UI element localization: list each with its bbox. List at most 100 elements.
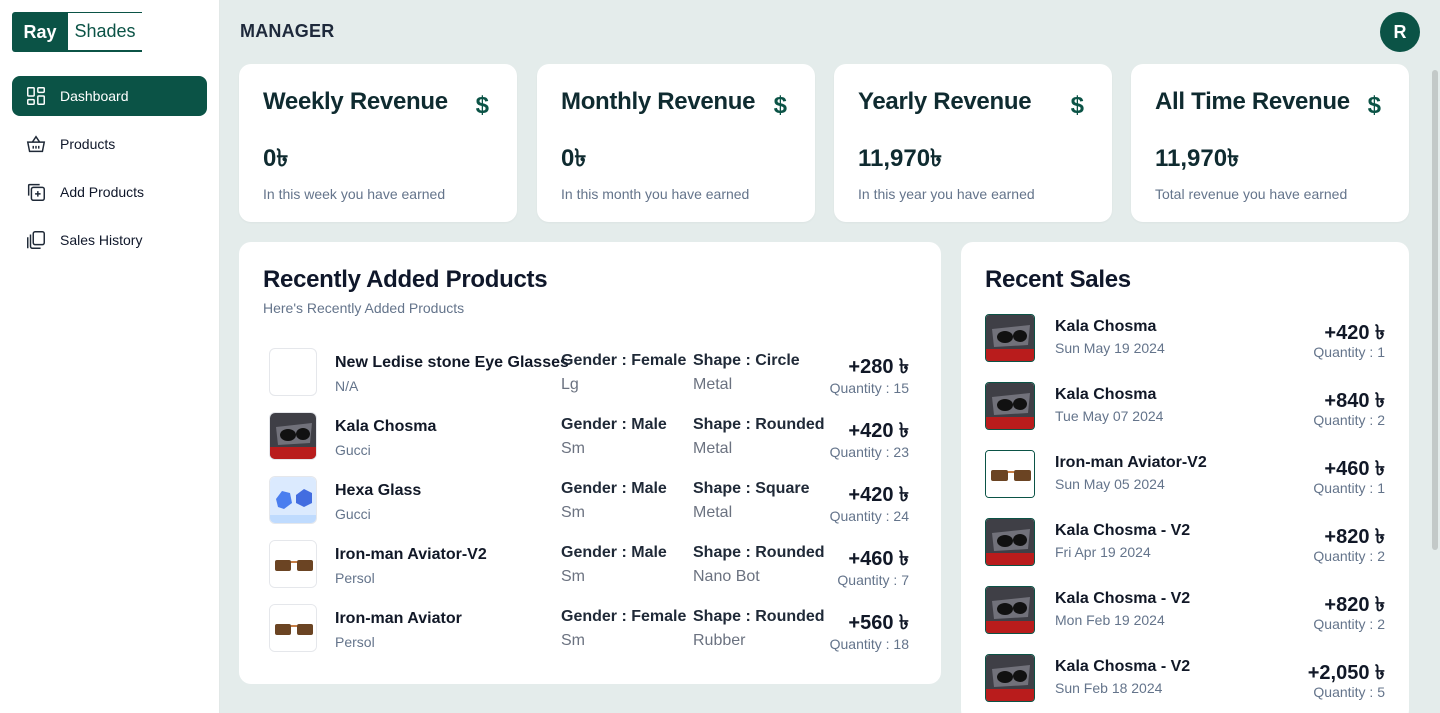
product-shape: Shape : Rounded: [693, 416, 825, 433]
sidebar-item-add-products[interactable]: Add Products: [12, 172, 207, 212]
sidebar-item-label: Products: [60, 136, 116, 152]
product-shape: Shape : Square: [693, 480, 810, 497]
sale-quantity: Quantity : 1: [1313, 344, 1385, 360]
product-brand: N/A: [335, 378, 359, 394]
sale-thumbnail: [985, 382, 1035, 430]
recent-products-panel: Recently Added Products Here's Recently …: [239, 242, 941, 684]
product-quantity: Quantity : 24: [829, 508, 909, 524]
stat-description: In this month you have earned: [561, 186, 750, 202]
sale-quantity: Quantity : 2: [1313, 548, 1385, 564]
product-thumbnail: [269, 540, 317, 588]
sale-date: Sun May 19 2024: [1055, 340, 1165, 356]
sale-row[interactable]: Kala Chosma - V2 Fri Apr 19 2024 +820 ৳ …: [985, 518, 1385, 568]
sale-thumbnail: [985, 586, 1035, 634]
sale-product-name: Iron-man Aviator-V2: [1055, 454, 1207, 471]
brand-logo-ray: Ray: [12, 12, 68, 52]
sale-quantity: Quantity : 1: [1313, 480, 1385, 496]
stat-title: Monthly Revenue: [561, 88, 756, 115]
product-row[interactable]: Kala Chosma Gucci Gender : Male Sm Shape…: [269, 408, 909, 460]
page-title: MANAGER: [240, 21, 335, 41]
avatar[interactable]: R: [1380, 12, 1420, 52]
product-thumbnail: [269, 412, 317, 460]
product-row[interactable]: Iron-man Aviator Persol Gender : Female …: [269, 600, 909, 652]
sale-product-name: Kala Chosma - V2: [1055, 658, 1191, 675]
product-brand: Persol: [335, 570, 375, 586]
stat-value: 11,970৳: [1155, 145, 1240, 172]
product-quantity: Quantity : 18: [829, 636, 909, 652]
product-name: Kala Chosma: [335, 418, 437, 435]
weekly-revenue-card: Weekly Revenue $ 0৳ In this week you hav…: [239, 64, 517, 222]
yearly-revenue-card: Yearly Revenue $ 11,970৳ In this year yo…: [834, 64, 1112, 222]
sale-product-name: Kala Chosma - V2: [1055, 522, 1191, 539]
product-row[interactable]: Hexa Glass Gucci Gender : Male Sm Shape …: [269, 472, 909, 524]
stat-title: All Time Revenue: [1155, 88, 1350, 115]
sale-quantity: Quantity : 2: [1313, 412, 1385, 428]
sale-date: Mon Feb 19 2024: [1055, 612, 1165, 628]
product-thumbnail: [269, 348, 317, 396]
product-quantity: Quantity : 15: [829, 380, 909, 396]
sale-thumbnail: [985, 518, 1035, 566]
product-name: Iron-man Aviator-V2: [335, 546, 487, 563]
sale-row[interactable]: Kala Chosma - V2 Sun Feb 18 2024 +2,050 …: [985, 654, 1385, 704]
product-row[interactable]: New Ledise stone Eye Glasses N/A Gender …: [269, 344, 909, 396]
panel-subtitle: Here's Recently Added Products: [263, 300, 465, 316]
sidebar-item-dashboard[interactable]: Dashboard: [12, 76, 207, 116]
sale-row[interactable]: Kala Chosma Sun May 19 2024 +420 ৳ Quant…: [985, 314, 1385, 364]
panel-title: Recently Added Products: [263, 266, 548, 293]
stat-description: In this year you have earned: [858, 186, 1035, 202]
sale-row[interactable]: Kala Chosma - V2 Mon Feb 19 2024 +820 ৳ …: [985, 586, 1385, 636]
product-size: Lg: [561, 376, 579, 393]
product-gender: Gender : Male: [561, 416, 667, 433]
product-thumbnail: [269, 476, 317, 524]
sale-product-name: Kala Chosma: [1055, 318, 1157, 335]
sidebar-item-products[interactable]: Products: [12, 124, 207, 164]
sidebar: Ray Shades Dashboard Products Add Produc…: [0, 0, 220, 713]
product-brand: Gucci: [335, 442, 371, 458]
sale-product-name: Kala Chosma - V2: [1055, 590, 1191, 607]
page-scrollbar[interactable]: [1432, 70, 1438, 550]
stat-value: 0৳: [263, 145, 289, 172]
sale-row[interactable]: Kala Chosma Tue May 07 2024 +840 ৳ Quant…: [985, 382, 1385, 432]
product-quantity: Quantity : 23: [829, 444, 909, 460]
product-gender: Gender : Female: [561, 608, 687, 625]
product-gender: Gender : Male: [561, 480, 667, 497]
sidebar-item-sales-history[interactable]: Sales History: [12, 220, 207, 260]
product-gender: Gender : Male: [561, 544, 667, 561]
basket-icon: [24, 132, 48, 156]
all-time-revenue-card: All Time Revenue $ 11,970৳ Total revenue…: [1131, 64, 1409, 222]
product-thumbnail: [269, 604, 317, 652]
product-material: Metal: [693, 504, 733, 521]
stat-value: 11,970৳: [858, 145, 943, 172]
product-name: New Ledise stone Eye Glasses: [335, 354, 569, 371]
product-brand: Persol: [335, 634, 375, 650]
brand-logo[interactable]: Ray Shades: [12, 12, 142, 52]
panel-title: Recent Sales: [985, 266, 1131, 293]
product-size: Sm: [561, 632, 585, 649]
product-material: Rubber: [693, 632, 746, 649]
product-material: Metal: [693, 376, 733, 393]
stat-title: Weekly Revenue: [263, 88, 448, 115]
copy-history-icon: [24, 228, 48, 252]
sale-quantity: Quantity : 2: [1313, 616, 1385, 632]
product-shape: Shape : Circle: [693, 352, 800, 369]
product-name: Iron-man Aviator: [335, 610, 462, 627]
sale-thumbnail: [985, 654, 1035, 702]
product-shape: Shape : Rounded: [693, 608, 825, 625]
sale-product-name: Kala Chosma: [1055, 386, 1157, 403]
dollar-icon: $: [1070, 92, 1084, 119]
brand-logo-shades: Shades: [68, 12, 142, 52]
product-row[interactable]: Iron-man Aviator-V2 Persol Gender : Male…: [269, 536, 909, 588]
stat-description: Total revenue you have earned: [1155, 186, 1348, 202]
sidebar-item-label: Sales History: [60, 232, 143, 248]
product-size: Sm: [561, 440, 585, 457]
stat-title: Yearly Revenue: [858, 88, 1032, 115]
product-brand: Gucci: [335, 506, 371, 522]
dollar-icon: $: [1367, 92, 1381, 119]
stat-description: In this week you have earned: [263, 186, 446, 202]
add-square-icon: [24, 180, 48, 204]
dollar-icon: $: [475, 92, 489, 119]
sale-date: Sun May 05 2024: [1055, 476, 1165, 492]
product-size: Sm: [561, 568, 585, 585]
sidebar-nav: Dashboard Products Add Products Sales Hi…: [12, 76, 207, 268]
sale-row[interactable]: Iron-man Aviator-V2 Sun May 05 2024 +460…: [985, 450, 1385, 500]
